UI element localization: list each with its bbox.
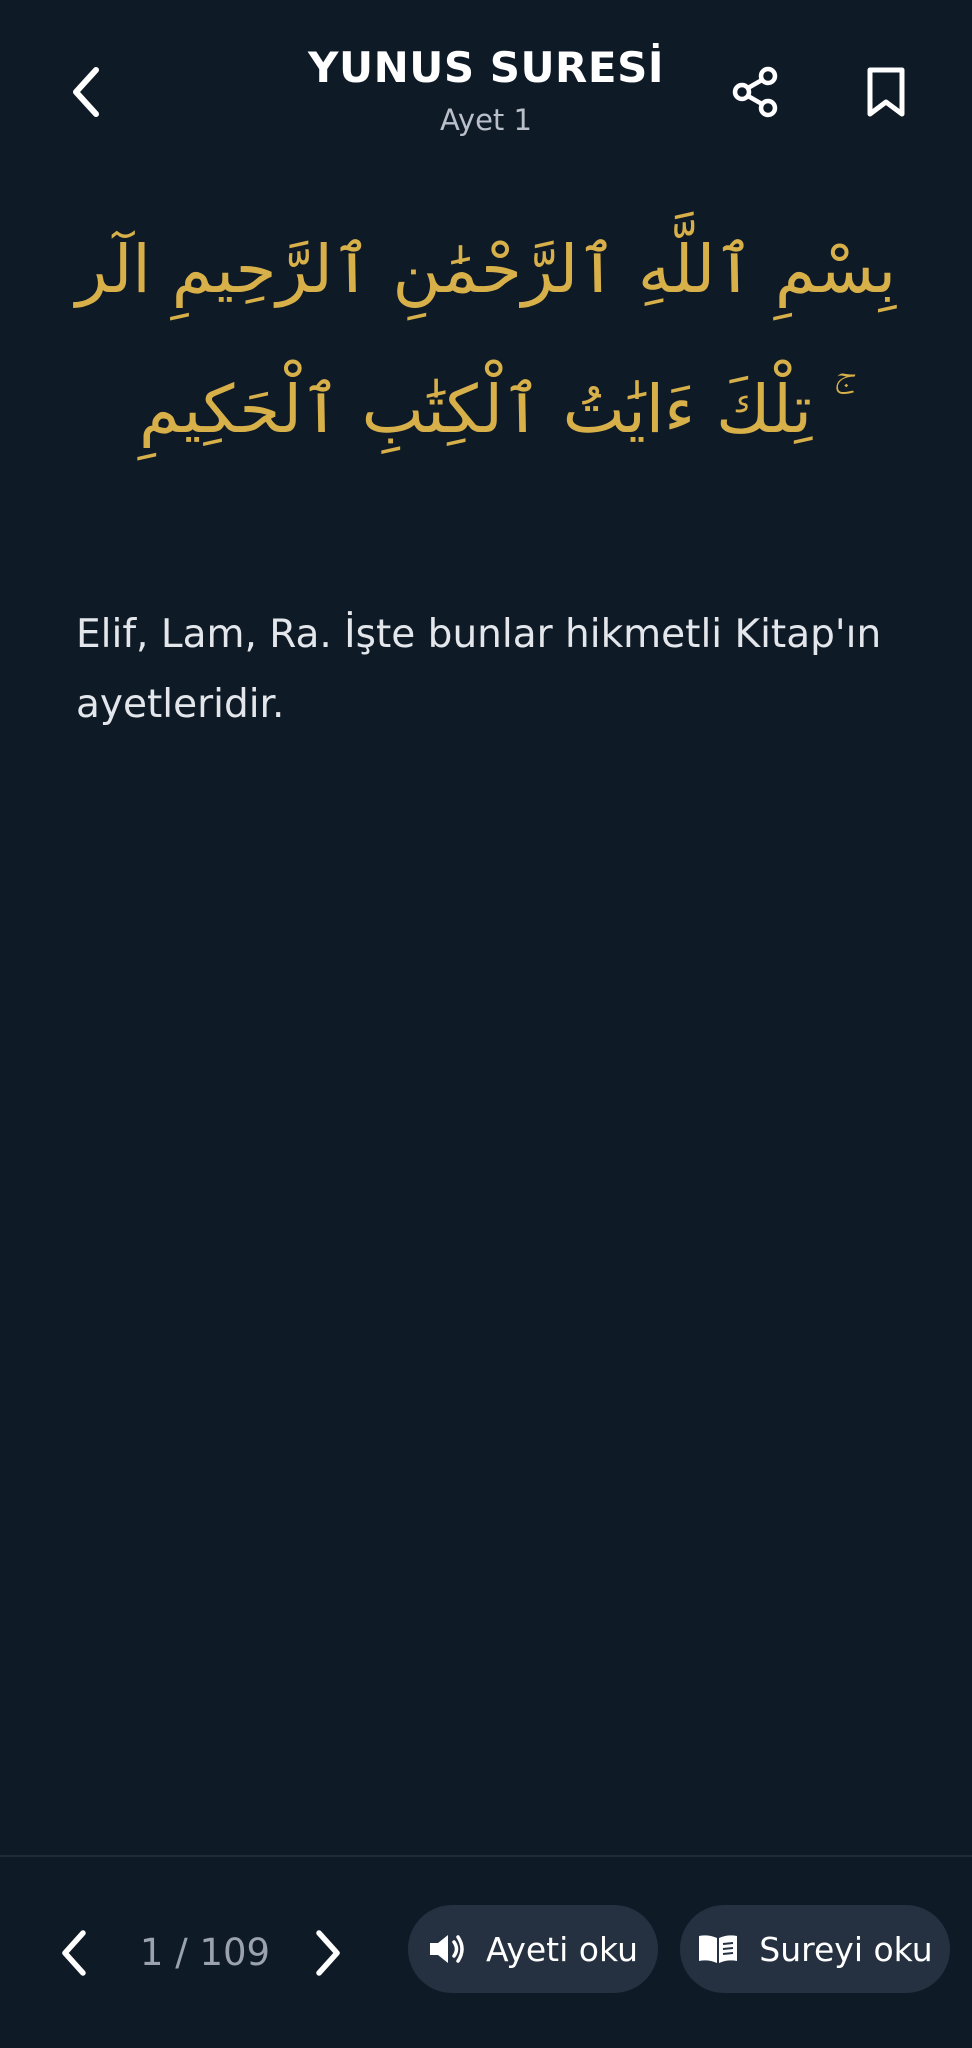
open-book-icon xyxy=(697,1933,739,1965)
verse-pager: 1 / 109 xyxy=(139,1931,271,1974)
bookmark-icon xyxy=(867,67,905,117)
arabic-verse-text: بِسْمِ ٱللَّهِ ٱلرَّحْمَٰنِ ٱلرَّحِيمِ ا… xyxy=(75,231,897,448)
share-button[interactable] xyxy=(716,52,796,132)
read-surah-label: Sureyi oku xyxy=(759,1929,933,1969)
previous-verse-button[interactable] xyxy=(34,1913,114,1993)
speaker-icon xyxy=(428,1932,466,1966)
chevron-left-icon xyxy=(62,1930,86,1976)
bottom-navigation-bar: 1 / 109 Ayeti oku Sureyi oku xyxy=(0,1857,972,2048)
top-app-bar: YUNUS SURESİ Ayet 1 xyxy=(0,0,972,160)
bookmark-button[interactable] xyxy=(846,52,926,132)
title-block: YUNUS SURESİ Ayet 1 xyxy=(200,42,772,138)
verse-translation: Elif, Lam, Ra. İşte bunlar hikmetli Kita… xyxy=(76,612,882,727)
share-icon xyxy=(732,66,778,118)
read-surah-button[interactable]: Sureyi oku xyxy=(680,1905,950,1993)
chevron-left-icon xyxy=(73,67,99,117)
chevron-right-icon xyxy=(316,1930,340,1976)
surah-title: YUNUS SURESİ xyxy=(308,43,664,92)
back-button[interactable] xyxy=(46,52,126,132)
read-verse-label: Ayeti oku xyxy=(486,1929,638,1969)
verse-number-subtitle: Ayet 1 xyxy=(440,103,532,137)
next-verse-button[interactable] xyxy=(288,1913,368,1993)
read-verse-button[interactable]: Ayeti oku xyxy=(408,1905,658,1993)
